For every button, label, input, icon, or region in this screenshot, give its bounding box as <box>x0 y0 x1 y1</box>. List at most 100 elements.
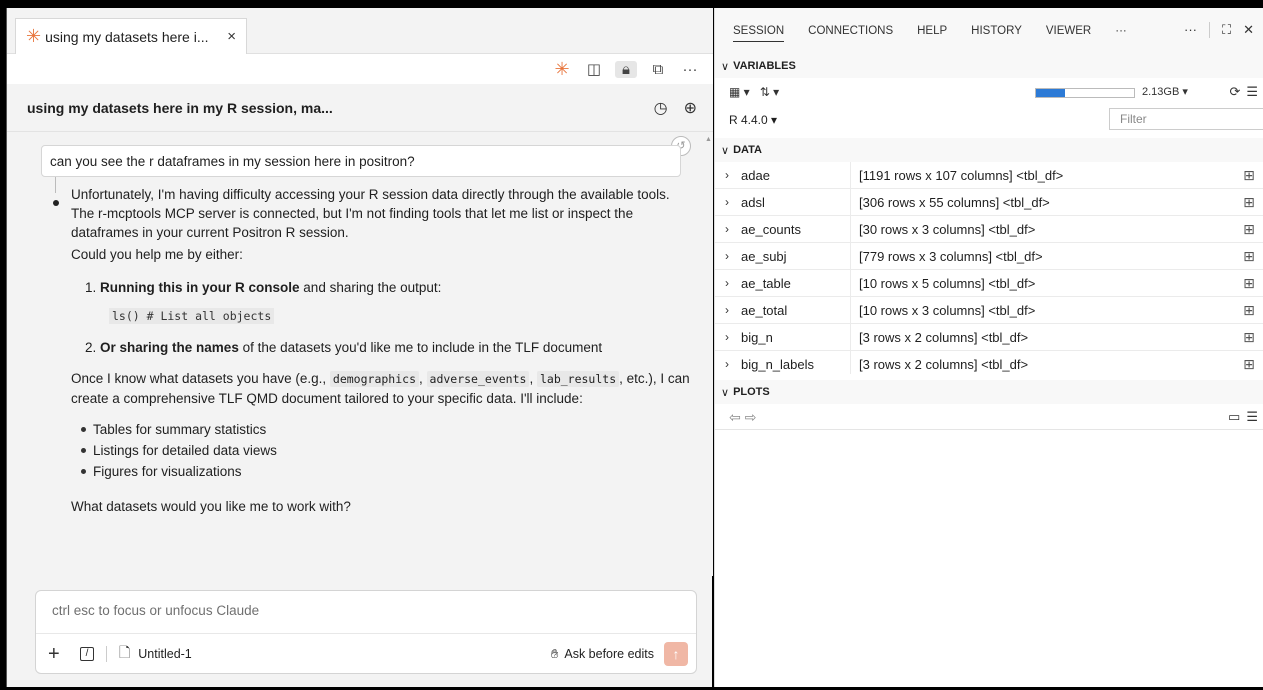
plots-header[interactable]: ∨ PLOTS <box>715 380 1263 404</box>
panel-tabs: SESSION CONNECTIONS HELP HISTORY VIEWER … <box>715 8 1263 54</box>
edit-mode-toggle[interactable]: Ask before edits <box>564 647 654 661</box>
chevron-right-icon[interactable]: › <box>715 330 737 344</box>
editor-toolbar: ✳ ◫ 🔒︎ ⧉ ··· <box>7 54 713 84</box>
prompt-input[interactable]: ctrl esc to focus or unfocus Claude <box>52 603 259 618</box>
list-item: Tables for summary statistics <box>81 420 691 439</box>
claude-panel: ✳ using my datasets here i... × ✳ ◫ 🔒︎ ⧉… <box>6 8 713 687</box>
table-row[interactable]: › adsl [306 rows x 55 columns] <tbl_df> ⊞ <box>715 188 1263 216</box>
grid-view-icon[interactable]: ▦ ▾ <box>729 85 750 99</box>
memory-usage-label[interactable]: 2.13GB ▾ <box>1142 85 1188 98</box>
plot-tools: ▭ ☰ <box>1228 409 1258 425</box>
lock-icon[interactable]: 🔒︎ <box>615 60 637 78</box>
chevron-right-icon[interactable]: › <box>715 357 737 371</box>
chat-scrollbar[interactable]: ▲ <box>705 132 713 576</box>
chevron-right-icon[interactable]: › <box>715 222 737 236</box>
scroll-up-icon[interactable]: ▲ <box>705 136 712 143</box>
previous-plot-icon[interactable]: ⇦ <box>729 409 741 426</box>
claude-logo-icon: ✳ <box>26 26 42 46</box>
view-data-icon[interactable]: ⊞ <box>1234 302 1263 319</box>
variables-header[interactable]: ∨ VARIABLES <box>715 54 1263 78</box>
filter-input[interactable]: Filter <box>1109 108 1263 130</box>
chevron-down-icon: ∨ <box>721 60 730 73</box>
panel-tools: ··· ⛶ ✕ <box>1184 22 1254 38</box>
chevron-right-icon[interactable]: › <box>715 195 737 209</box>
view-data-icon[interactable]: ⊞ <box>1234 248 1263 265</box>
table-row[interactable]: › ae_counts [30 rows x 3 columns] <tbl_df>… <box>715 215 1263 243</box>
options-list: 1. Running this in your R console and sh… <box>71 278 691 357</box>
prompt-footer: + / 🗋 Untitled-1 ✋︎ Ask before edits ↑ <box>48 639 688 669</box>
more-actions-icon[interactable]: ··· <box>679 61 701 78</box>
view-data-icon[interactable]: ⊞ <box>1234 356 1263 373</box>
tab-session[interactable]: SESSION <box>733 21 785 42</box>
sort-icon[interactable]: ⇅ ▾ <box>760 85 779 99</box>
table-row[interactable]: › big_n [3 rows x 2 columns] <tbl_df> ⊞ <box>715 323 1263 351</box>
more-tabs-icon[interactable]: ··· <box>1115 21 1127 41</box>
tab-connections[interactable]: CONNECTIONS <box>808 21 893 41</box>
history-icon[interactable]: ◷ <box>654 98 668 118</box>
chevron-right-icon[interactable]: › <box>715 168 737 182</box>
assistant-paragraph: Could you help me by either: <box>71 247 243 262</box>
view-data-icon[interactable]: ⊞ <box>1234 275 1263 292</box>
variables-tools: ⟳ ☰ <box>1229 84 1258 100</box>
plots-toolbar: ⇦ ⇨ ▭ ☰ <box>715 406 1263 430</box>
include-list: Tables for summary statistics Listings f… <box>81 420 691 481</box>
view-data-icon[interactable]: ⊞ <box>1234 194 1263 211</box>
table-row[interactable]: › ae_total [10 rows x 3 columns] <tbl_df> ⊞ <box>715 296 1263 324</box>
tab-help[interactable]: HELP <box>917 21 947 41</box>
chevron-right-icon[interactable]: › <box>715 249 737 263</box>
split-editor-icon[interactable]: ◫ <box>583 60 605 78</box>
slash-command-icon[interactable]: / <box>80 647 94 661</box>
view-data-icon[interactable]: ⊞ <box>1234 329 1263 346</box>
hand-icon: ✋︎ <box>550 646 559 661</box>
chevron-right-icon[interactable]: › <box>715 303 737 317</box>
prompt-box: ctrl esc to focus or unfocus Claude + / … <box>35 590 697 674</box>
option-item: 2. Or sharing the names of the datasets … <box>85 340 603 355</box>
editor-tab[interactable]: ✳ using my datasets here i... × <box>15 18 247 54</box>
add-attachment-icon[interactable]: + <box>48 643 70 666</box>
editor-tab-bar: ✳ using my datasets here i... × <box>7 8 713 54</box>
open-external-icon[interactable]: ⧉ <box>647 61 669 78</box>
assistant-paragraph: What datasets would you like me to work … <box>71 499 351 514</box>
inline-code: adverse_events <box>426 371 530 387</box>
user-message: can you see the r dataframes in my sessi… <box>41 145 681 177</box>
data-header[interactable]: ∨ DATA <box>715 138 1263 162</box>
new-chat-icon[interactable]: ⊕ <box>684 98 697 118</box>
table-row[interactable]: › adae [1191 rows x 107 columns] <tbl_df> ⊞ <box>715 162 1263 189</box>
editor-tab-title: using my datasets here i... <box>45 28 209 45</box>
context-file[interactable]: Untitled-1 <box>138 647 551 661</box>
data-table: › adae [1191 rows x 107 columns] <tbl_df> ⊞… <box>715 162 1263 374</box>
table-row[interactable]: › ae_subj [779 rows x 3 columns] <tbl_df> ⊞ <box>715 242 1263 270</box>
conversation-title: using my datasets here in my R session, … <box>27 99 333 116</box>
tab-history[interactable]: HISTORY <box>971 21 1022 41</box>
file-icon: 🗋 <box>119 644 131 660</box>
close-panel-icon[interactable]: ✕ <box>1243 22 1254 38</box>
refresh-icon[interactable]: ⟳ <box>1229 84 1240 100</box>
assistant-message: Unfortunately, I'm having difficulty acc… <box>71 185 691 519</box>
chat-transcript: ↺ can you see the r dataframes in my ses… <box>7 132 713 576</box>
tab-viewer[interactable]: VIEWER <box>1046 21 1091 41</box>
inline-code: demographics <box>329 371 419 387</box>
send-button[interactable]: ↑ <box>664 642 688 666</box>
memory-usage-bar <box>1035 88 1135 98</box>
view-data-icon[interactable]: ⊞ <box>1234 167 1263 184</box>
claude-spark-icon[interactable]: ✳ <box>551 59 573 80</box>
table-row[interactable]: › big_n_labels [3 rows x 2 columns] <tbl_d… <box>715 350 1263 374</box>
session-panel: SESSION CONNECTIONS HELP HISTORY VIEWER … <box>714 8 1263 687</box>
clear-plots-icon[interactable]: ▭ <box>1228 409 1240 425</box>
next-plot-icon[interactable]: ⇨ <box>745 409 757 426</box>
chevron-right-icon[interactable]: › <box>715 276 737 290</box>
more-actions-icon[interactable]: ··· <box>1184 22 1197 38</box>
assistant-paragraph: Once I know what datasets you have (e.g.… <box>71 371 690 406</box>
maximize-icon[interactable]: ⛶ <box>1222 22 1231 38</box>
thread-line <box>55 177 56 193</box>
conversation-header: using my datasets here in my R session, … <box>7 84 713 132</box>
list-item: Listings for detailed data views <box>81 441 691 460</box>
close-tab-icon[interactable]: × <box>227 28 236 45</box>
table-row[interactable]: › ae_table [10 rows x 5 columns] <tbl_df> ⊞ <box>715 269 1263 297</box>
plot-menu-icon[interactable]: ☰ <box>1246 409 1258 425</box>
list-item: Figures for visualizations <box>81 462 691 481</box>
top-bar <box>0 0 1263 8</box>
assistant-paragraph: Unfortunately, I'm having difficulty acc… <box>71 187 670 240</box>
clear-variables-icon[interactable]: ☰ <box>1246 84 1258 100</box>
view-data-icon[interactable]: ⊞ <box>1234 221 1263 238</box>
